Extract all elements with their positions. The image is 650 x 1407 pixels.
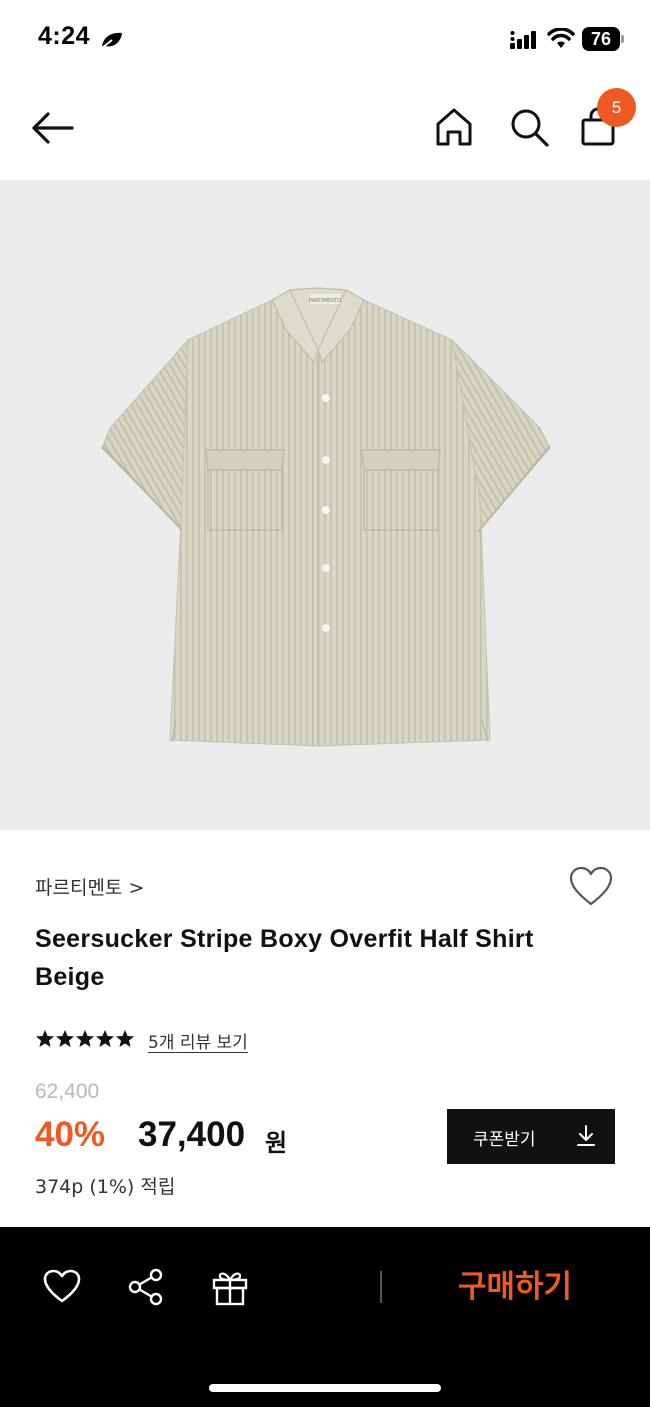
coupon-label: 쿠폰받기 bbox=[473, 1130, 536, 1150]
bottom-action-bar: 구매하기 bbox=[0, 1227, 650, 1407]
cart-count-badge: 5 bbox=[597, 88, 636, 127]
star-icon bbox=[36, 1029, 54, 1047]
leaf-icon bbox=[101, 32, 122, 49]
star-icon bbox=[116, 1029, 134, 1047]
buy-button[interactable]: 구매하기 bbox=[420, 1257, 610, 1317]
back-arrow-icon[interactable] bbox=[28, 108, 76, 148]
battery-indicator: 76 bbox=[582, 27, 624, 51]
battery-level: 76 bbox=[582, 27, 620, 51]
product-title: Seersucker Stripe Boxy Overfit Half Shir… bbox=[35, 925, 534, 991]
wifi-icon bbox=[547, 28, 575, 48]
coupon-button[interactable]: 쿠폰받기 bbox=[447, 1109, 615, 1164]
status-bar: 4:24 76 bbox=[0, 0, 650, 80]
sale-price: 37,400 bbox=[138, 1115, 246, 1154]
star-icon bbox=[96, 1029, 114, 1047]
discount-rate: 40% bbox=[35, 1115, 106, 1154]
currency-unit: 원 bbox=[265, 1129, 288, 1157]
status-time: 4:24 bbox=[38, 22, 91, 50]
home-icon[interactable] bbox=[434, 106, 474, 148]
home-indicator[interactable] bbox=[209, 1384, 441, 1392]
gift-icon[interactable] bbox=[210, 1267, 250, 1307]
top-nav-bar bbox=[0, 80, 650, 180]
review-link[interactable]: 5개 리뷰 보기 bbox=[148, 1028, 248, 1053]
star-icon bbox=[56, 1029, 74, 1047]
star-icon bbox=[76, 1029, 94, 1047]
product-image[interactable]: PARTIMENTO bbox=[0, 180, 650, 830]
bottom-bar-divider bbox=[380, 1271, 382, 1303]
reward-points: 374p (1%) 적립 bbox=[35, 1176, 176, 1198]
battery-cap bbox=[621, 35, 624, 43]
search-icon[interactable] bbox=[508, 106, 550, 148]
heart-icon[interactable] bbox=[42, 1267, 82, 1307]
signal-icon bbox=[510, 31, 536, 49]
shirt-illustration: PARTIMENTO bbox=[101, 287, 551, 747]
star-rating bbox=[35, 1028, 135, 1054]
garment-label: PARTIMENTO bbox=[309, 298, 341, 304]
download-icon bbox=[577, 1125, 595, 1146]
original-price: 62,400 bbox=[35, 1080, 100, 1103]
wishlist-heart-icon[interactable] bbox=[568, 866, 614, 908]
share-icon[interactable] bbox=[126, 1267, 166, 1307]
brand-link[interactable]: 파르티멘토 > bbox=[35, 873, 144, 900]
